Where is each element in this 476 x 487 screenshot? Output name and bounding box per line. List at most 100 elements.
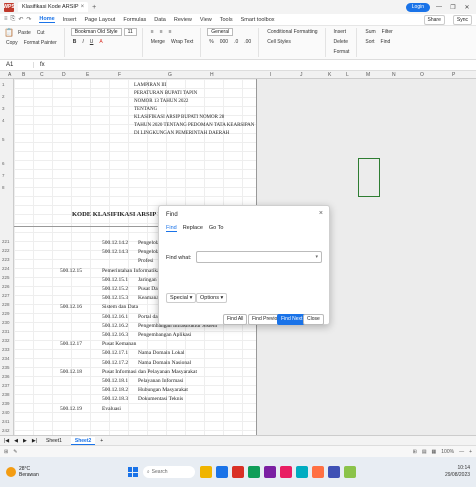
find-dialog-close-icon[interactable]: × — [319, 210, 323, 217]
align-left-button[interactable]: ≡ — [149, 28, 156, 36]
row-header[interactable]: 7 — [2, 173, 5, 178]
share-button[interactable]: Share — [423, 14, 445, 25]
row-header[interactable]: 233 — [2, 347, 10, 352]
taskbar-app-icon[interactable] — [199, 466, 212, 478]
font-size-select[interactable]: 11 — [123, 28, 137, 36]
underline-button[interactable]: U — [88, 38, 96, 46]
column-header[interactable]: C — [40, 72, 44, 78]
row-header[interactable]: 230 — [2, 320, 10, 325]
cut-button[interactable]: Cut — [35, 29, 47, 37]
tab-find[interactable]: Find — [166, 225, 177, 232]
menu-page-layout[interactable]: Page Layout — [84, 17, 115, 23]
sort-button[interactable]: Sort — [363, 38, 376, 46]
prev-sheet-button[interactable]: ◀ — [14, 438, 18, 444]
filter-button[interactable]: Filter — [380, 28, 395, 36]
column-header[interactable]: K — [328, 72, 331, 78]
column-header[interactable]: F — [118, 72, 121, 78]
column-header[interactable]: G — [168, 72, 172, 78]
column-header[interactable]: O — [420, 72, 424, 78]
taskbar-app-icon[interactable] — [311, 466, 324, 478]
page-layout-view-button[interactable]: ▤ — [422, 449, 427, 455]
row-header[interactable]: 241 — [2, 419, 10, 424]
name-box[interactable]: A1 — [6, 62, 34, 68]
column-header[interactable]: P — [452, 72, 455, 78]
decrease-decimal-button[interactable]: .00 — [242, 38, 253, 46]
sheet-tab-sheet2[interactable]: Sheet2 — [70, 436, 96, 445]
delete-cells-button[interactable]: Delete — [332, 38, 352, 46]
redo-icon[interactable]: ↷ — [26, 16, 31, 23]
status-grid-icon[interactable]: ⊞ — [4, 449, 8, 455]
special-dropdown[interactable]: Special ▾ — [166, 293, 197, 303]
row-header[interactable]: 3 — [2, 106, 5, 111]
copy-button[interactable]: Copy — [4, 39, 20, 47]
row-header[interactable]: 2 — [2, 94, 5, 99]
taskbar-app-icon[interactable] — [295, 466, 308, 478]
close-window-button[interactable]: ✕ — [462, 4, 472, 11]
merge-button[interactable]: Merge — [149, 38, 167, 46]
cell-styles-button[interactable]: Cell Styles — [265, 38, 319, 46]
save-icon[interactable]: ⎘ — [11, 16, 16, 23]
format-cells-button[interactable]: Format — [332, 48, 352, 56]
paste-icon[interactable]: 📋 — [4, 28, 14, 37]
row-header[interactable]: 226 — [2, 284, 10, 289]
column-header[interactable]: N — [392, 72, 396, 78]
increase-decimal-button[interactable]: .0 — [232, 38, 240, 46]
align-center-button[interactable]: ≡ — [158, 28, 165, 36]
sheet-tab-sheet1[interactable]: Sheet1 — [42, 437, 66, 445]
page-break-view-button[interactable]: ▦ — [432, 449, 437, 455]
undo-icon[interactable]: ↶ — [18, 16, 23, 23]
menu-smart-toolbox[interactable]: Smart toolbox — [241, 17, 275, 23]
row-header[interactable]: 240 — [2, 410, 10, 415]
italic-button[interactable]: I — [80, 38, 85, 46]
new-tab-icon[interactable]: + — [92, 4, 96, 11]
menu-tools[interactable]: Tools — [220, 17, 233, 23]
wrap-text-button[interactable]: Wrap Text — [169, 38, 195, 46]
fx-icon[interactable]: fx — [40, 62, 45, 68]
bold-button[interactable]: B — [71, 38, 79, 46]
column-header[interactable]: D — [62, 72, 66, 78]
login-button[interactable]: Login — [405, 2, 430, 12]
windows-start-icon[interactable] — [127, 467, 138, 477]
column-header[interactable]: J — [300, 72, 303, 78]
wps-app-icon[interactable]: WPS — [3, 2, 15, 12]
percent-button[interactable]: % — [207, 38, 215, 46]
normal-view-button[interactable]: ⊞ — [413, 449, 417, 455]
row-header[interactable]: 231 — [2, 329, 10, 334]
menu-insert[interactable]: Insert — [63, 17, 77, 23]
find-all-button[interactable]: Find All — [223, 314, 248, 325]
taskbar-search[interactable]: ⌕ Search — [142, 466, 195, 478]
row-header[interactable]: 227 — [2, 293, 10, 298]
row-header[interactable]: 229 — [2, 311, 10, 316]
system-clock[interactable]: 10:14 29/08/2023 — [445, 465, 470, 479]
row-header[interactable]: 235 — [2, 365, 10, 370]
row-header[interactable]: 4 — [2, 118, 5, 123]
row-header[interactable]: 223 — [2, 257, 10, 262]
thousands-button[interactable]: 000 — [218, 38, 230, 46]
zoom-out-button[interactable]: — — [459, 449, 464, 455]
row-header[interactable]: 228 — [2, 302, 10, 307]
column-header[interactable]: L — [346, 72, 349, 78]
find-what-input[interactable]: ▾ — [196, 251, 322, 263]
find-button[interactable]: Find — [379, 38, 393, 46]
align-right-button[interactable]: ≡ — [167, 28, 174, 36]
row-header[interactable]: 234 — [2, 356, 10, 361]
chevron-down-icon[interactable]: ▾ — [315, 254, 318, 260]
row-header[interactable]: 6 — [2, 161, 5, 166]
column-header[interactable]: M — [366, 72, 370, 78]
row-header[interactable]: 232 — [2, 338, 10, 343]
insert-cells-button[interactable]: Insert — [332, 28, 352, 36]
taskbar-app-icon[interactable] — [215, 466, 228, 478]
first-sheet-button[interactable]: |◀ — [4, 438, 9, 444]
row-header[interactable]: 242 — [2, 428, 10, 433]
status-edit-icon[interactable]: ✎ — [13, 449, 17, 455]
weather-widget[interactable]: 28°C Berawan — [6, 466, 39, 478]
next-sheet-button[interactable]: ▶ — [23, 438, 27, 444]
font-color-button[interactable]: A — [97, 38, 104, 46]
taskbar-app-icon[interactable] — [231, 466, 244, 478]
close-tab-icon[interactable]: × — [81, 4, 85, 10]
row-header[interactable]: 222 — [2, 248, 10, 253]
column-header[interactable]: B — [22, 72, 25, 78]
row-header[interactable]: 238 — [2, 392, 10, 397]
font-name-select[interactable]: Bookman Old Style — [70, 28, 122, 36]
document-tab[interactable]: Klasifikasi Kode ARSIP × — [18, 2, 89, 12]
